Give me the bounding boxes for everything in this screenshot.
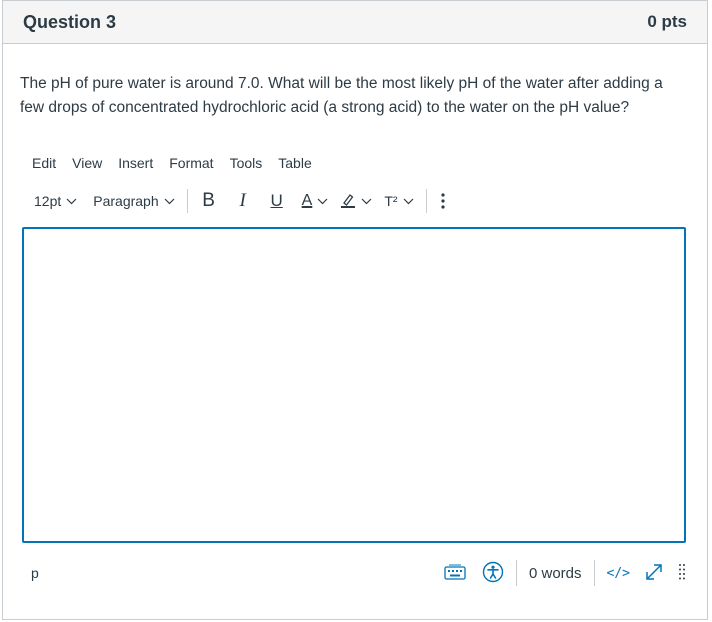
block-format-dropdown[interactable]: Paragraph: [93, 193, 175, 209]
question-points: 0 pts: [647, 12, 687, 31]
superscript-label: T²: [384, 193, 398, 209]
menu-insert[interactable]: Insert: [118, 155, 153, 171]
highlight-color-button[interactable]: [340, 192, 372, 211]
text-color-button[interactable]: A: [302, 192, 329, 210]
menu-edit[interactable]: Edit: [32, 155, 56, 171]
html-view-button[interactable]: </>: [607, 566, 630, 581]
chevron-down-icon: [403, 198, 414, 205]
menu-tools[interactable]: Tools: [230, 155, 263, 171]
chevron-down-icon: [66, 198, 77, 205]
question-text: The pH of pure water is around 7.0. What…: [20, 75, 663, 116]
font-size-value: 12pt: [34, 193, 62, 209]
statusbar-divider: [593, 560, 595, 586]
word-count: 0 words: [528, 564, 582, 582]
rich-text-editor[interactable]: [22, 227, 686, 543]
block-format-value: Paragraph: [93, 193, 159, 209]
font-size-dropdown[interactable]: 12pt: [34, 193, 77, 209]
text-color-label: A: [301, 192, 313, 209]
question-title: Question 3: [23, 11, 117, 32]
chevron-down-icon: [361, 198, 372, 205]
question-header: Question 3 0 pts: [3, 1, 707, 44]
italic-button[interactable]: I: [234, 190, 252, 212]
underline-button[interactable]: U: [268, 191, 286, 211]
chevron-down-icon: [317, 198, 328, 205]
resize-handle-icon[interactable]: [678, 563, 686, 584]
statusbar-divider: [515, 560, 517, 586]
more-options-icon[interactable]: [440, 192, 445, 210]
menu-format[interactable]: Format: [169, 155, 213, 171]
editor-menubar: Edit View Insert Format Tools Table: [32, 155, 328, 171]
accessibility-icon[interactable]: [482, 561, 504, 586]
superscript-button[interactable]: T²: [384, 193, 413, 209]
statusbar-actions: 0 words </>: [444, 560, 686, 586]
editor-statusbar: p 0 words </>: [22, 558, 686, 588]
menu-view[interactable]: View: [72, 155, 102, 171]
toolbar-divider: [186, 189, 188, 213]
menu-table[interactable]: Table: [278, 155, 311, 171]
chevron-down-icon: [164, 198, 175, 205]
bold-button[interactable]: B: [200, 190, 218, 212]
highlight-color-icon: [340, 192, 356, 211]
element-path[interactable]: p: [31, 565, 39, 581]
toolbar-divider: [425, 189, 427, 213]
editor-toolbar: 12pt Paragraph B I U A T²: [34, 188, 445, 214]
keyboard-icon[interactable]: [444, 564, 466, 583]
fullscreen-icon[interactable]: [644, 562, 664, 585]
